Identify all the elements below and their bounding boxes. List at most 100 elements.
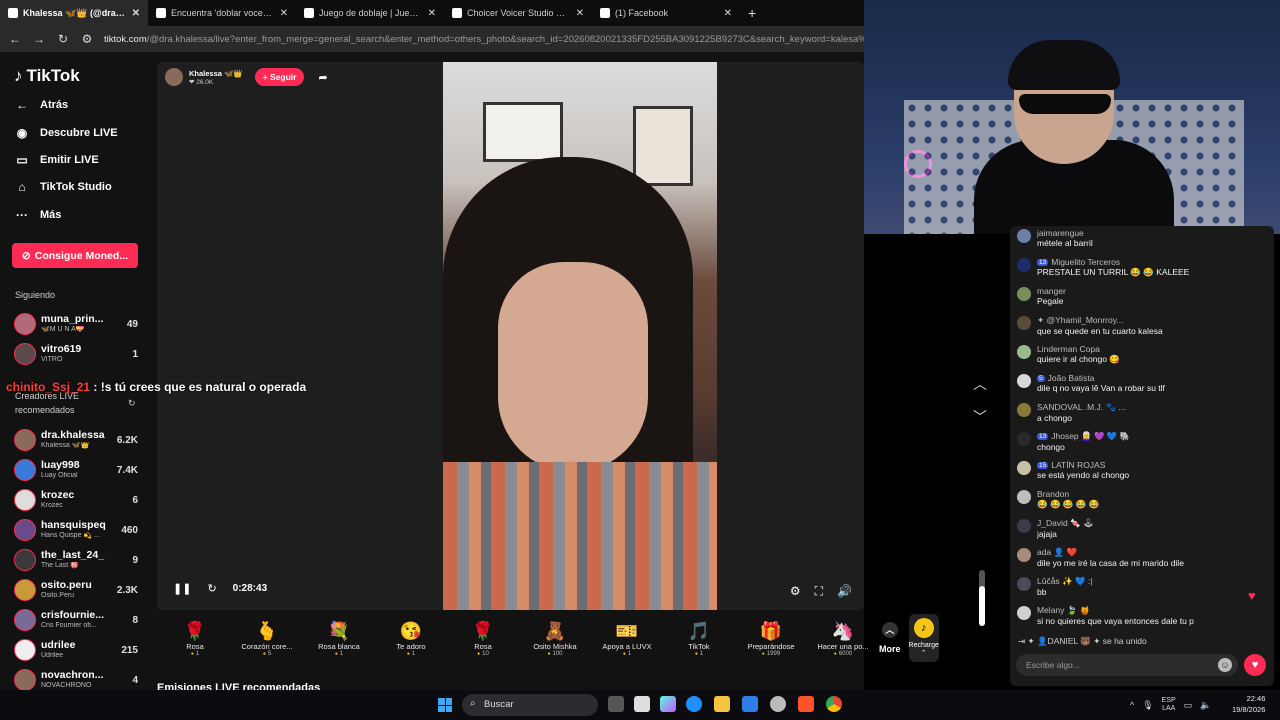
close-icon[interactable]: ✕ [280,8,288,19]
speaker-icon[interactable]: 🔈 [1200,700,1211,711]
sidebar-user[interactable]: luay998 Luay Oficial 7.4K [14,456,138,484]
chat-message[interactable]: 15 LATÍN ROJAS se está yendo al chongo [1017,460,1257,480]
sidebar-user[interactable]: hansquispeq Hans Quispe 💫 ... 460 [14,516,138,544]
volume-icon[interactable]: 🔊 [837,584,852,599]
chat-message[interactable]: Linderman Copa quiere ir al chongo 😋 [1017,344,1257,365]
get-coins-button[interactable]: ⊘ Consigue Moned... [12,243,138,268]
chat-message[interactable]: Lûčås ✨ 💙 :| bb [1017,576,1257,597]
chat-username[interactable]: ✦ @Yhamil_Monrroy... [1037,315,1123,325]
live-video[interactable] [443,62,717,610]
display-icon[interactable]: ▭ [1184,700,1193,711]
next-live-icon[interactable]: ﹀ [973,407,987,427]
live-player[interactable]: Khalessa 🦋👑 ❤ 26.0K + Seguir ➦ ❚❚ ↻ 0:28… [157,62,864,610]
refresh-icon[interactable]: ↻ [207,582,216,595]
sidebar-item-más[interactable]: ··· Más [14,208,61,222]
chat-username[interactable]: SANDOVAL .M.J. 🐾 ... [1037,402,1126,412]
sidebar-item-atrás[interactable]: ← Atrás [14,98,68,112]
tiktok-logo[interactable]: ♪ TikTok [14,66,80,86]
chat-message[interactable]: Brandon 😂 😂 😂 😂 😂 [1017,489,1257,510]
fullscreen-icon[interactable]: ⛶ [815,584,823,599]
close-icon[interactable]: ✕ [428,8,436,19]
sidebar-item-descubre-live[interactable]: ◉ Descubre LIVE [14,126,118,140]
sidebar-user[interactable]: the_last_24_ The Last ㊗️ 9 [14,546,138,574]
chat-message[interactable]: 5 João Batista dile q no vaya lê Van a rob… [1017,373,1257,393]
gift-item[interactable]: 🫰Corazón core...5 [231,620,303,657]
chat-username[interactable]: LATÍN ROJAS [1051,460,1105,470]
chat-username[interactable]: Brandon [1037,489,1069,499]
site-settings-icon[interactable]: ⚙ [80,32,94,46]
host-avatar[interactable] [165,68,183,86]
gift-item[interactable]: 🎁Preparándose1999 [735,620,807,657]
language-indicator[interactable]: ESP LAA [1162,697,1176,712]
chat-message[interactable]: manger Pegale [1017,286,1257,306]
browser-tab[interactable]: Choicer Voicer Studio — Free C ✕ [444,0,592,26]
chat-username[interactable]: Lûčås ✨ 💙 :| [1037,576,1093,586]
chat-message[interactable]: ✦ @Yhamil_Monrroy... que se quede en tu c… [1017,315,1257,336]
microphone-icon[interactable]: 🎙 [1142,700,1153,711]
chrome-icon[interactable] [826,696,842,712]
gift-item[interactable]: 🌹Rosa10 [447,620,519,657]
chat-username[interactable]: J_David 🍬 🕹 [1037,518,1094,528]
follow-button[interactable]: + Seguir [254,68,305,86]
sidebar-item-emitir-live[interactable]: ▭ Emitir LIVE [14,153,98,167]
close-icon[interactable]: ✕ [724,8,732,19]
store-icon[interactable] [634,696,650,712]
chat-username[interactable]: João Batista [1048,373,1095,383]
sidebar-item-tiktok-studio[interactable]: ⌂ TikTok Studio [14,180,111,194]
close-icon[interactable]: ✕ [132,8,140,19]
chat-message[interactable]: J_David 🍬 🕹 jajaja [1017,518,1257,539]
forward-icon[interactable]: → [32,32,46,46]
pause-icon[interactable]: ❚❚ [173,582,191,595]
sidebar-user[interactable]: udrilee Udrilee 215 [14,636,138,664]
host-name[interactable]: Khalessa 🦋👑 [189,69,243,78]
chat-message[interactable]: 13 Miguelito Terceros PRESTALE UN TURRIL 😂… [1017,257,1257,278]
close-icon[interactable]: ✕ [576,8,584,19]
tray-chevron-icon[interactable]: ^ [1130,700,1134,710]
chat-username[interactable]: ada 👤 ❤️ [1037,547,1077,557]
browser-tab[interactable]: Juego de doblaje | Juega a Cho ✕ [296,0,444,26]
browser-tab[interactable]: Khalessa 🦋👑 (@dra.kha ✕ [0,0,148,26]
chat-input[interactable]: Escribe algo... [1016,654,1238,676]
file-explorer-icon[interactable] [714,696,730,712]
sidebar-user[interactable]: vitro619 VITRO 1 [14,340,138,368]
task-view-icon[interactable] [608,696,624,712]
settings-icon[interactable]: ⚙ [790,584,801,599]
gift-item[interactable]: 💐Rosa blanca1 [303,620,375,657]
obs-icon[interactable] [770,696,786,712]
chat-message[interactable]: ada 👤 ❤️ dile yo me iré la casa de mi mar… [1017,547,1257,568]
previous-live-icon[interactable]: ︿ [973,374,987,394]
edge-icon[interactable] [686,696,702,712]
chat-message[interactable]: Melany 🍃 🍯 si no quieres que vaya entonce… [1017,605,1257,626]
sidebar-user[interactable]: dra.khalessa Khalessa 🦋👑 6.2K [14,426,138,454]
chat-username[interactable]: Miguelito Terceros [1051,257,1120,267]
new-tab-icon[interactable]: + [740,5,764,21]
clock[interactable]: 22:46 19/8/2026 [1232,694,1265,715]
emoji-icon[interactable]: ☺ [1218,658,1232,672]
chat-username[interactable]: Melany 🍃 🍯 [1037,605,1090,615]
browser-tab[interactable]: Encuentra 'doblar voces pelicul ✕ [148,0,296,26]
gift-item[interactable]: 🦄Hacer una po...6000 [807,620,879,657]
sidebar-user[interactable]: crisfournie... Cris Fournier ofi... 8 [14,606,138,634]
sidebar-user[interactable]: muna_prin... 🦋M U N A💝 49 [14,310,138,338]
gift-item[interactable]: 😘Te adoro1 [375,620,447,657]
chat-message[interactable]: 13 Jhosep 👩‍🦳 💜 💙 🐘 chongo [1017,431,1257,452]
brave-icon[interactable] [798,696,814,712]
chat-username[interactable]: Linderman Copa [1037,344,1100,354]
gift-more-button[interactable]: ︿ More [879,622,901,654]
url-field[interactable]: tiktok.com/@dra.khalessa/live?enter_from… [104,34,864,45]
gift-item[interactable]: 🎫Apoya a LUVX1 [591,620,663,657]
recharge-button[interactable]: ♪ Recharge ⌃ [908,614,939,662]
refresh-icon[interactable]: ↻ [128,398,136,409]
chat-message[interactable]: SANDOVAL .M.J. 🐾 ... a chongo [1017,402,1257,423]
windows-start-icon[interactable] [438,698,452,712]
chat-username[interactable]: manger [1037,286,1066,296]
reload-icon[interactable]: ↻ [56,32,70,46]
mail-icon[interactable] [742,696,758,712]
like-heart-icon[interactable]: ♥ [1244,654,1266,676]
back-icon[interactable]: ← [8,32,22,46]
share-icon[interactable]: ➦ [318,71,327,84]
chat-message[interactable]: jaimarengue métele al barril [1017,228,1257,248]
gift-item[interactable]: 🧸Osito Mishka100 [519,620,591,657]
sidebar-user[interactable]: krozec Krozec 6 [14,486,138,514]
copilot-icon[interactable] [660,696,676,712]
